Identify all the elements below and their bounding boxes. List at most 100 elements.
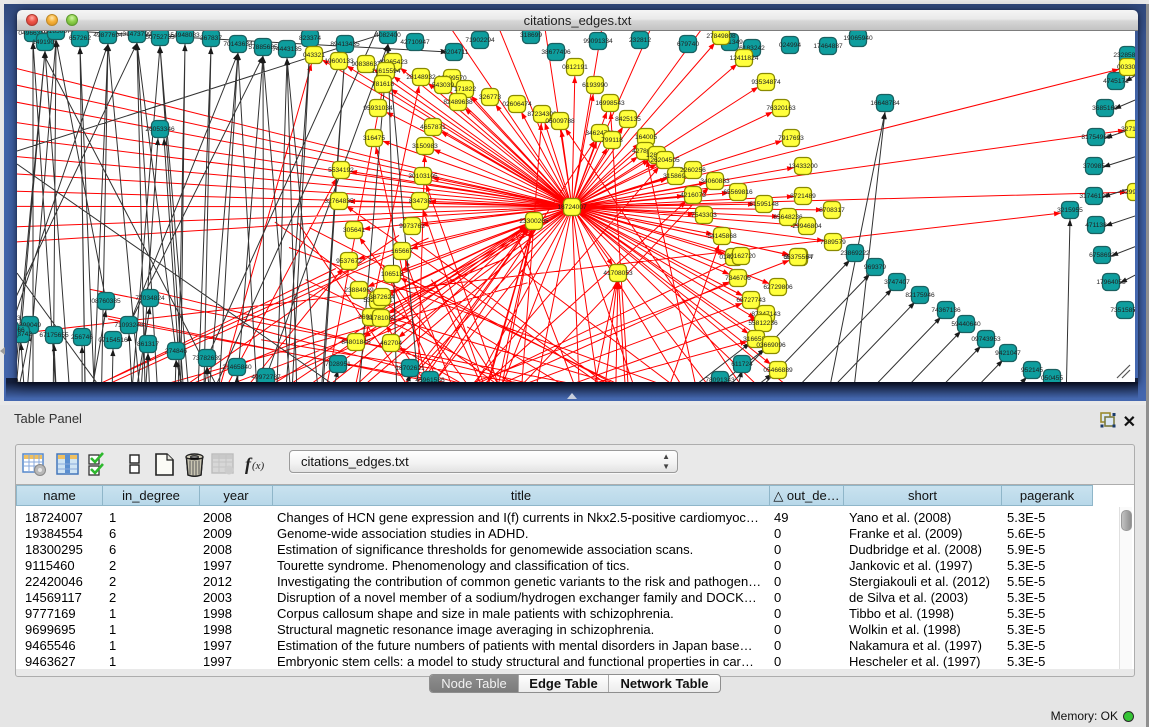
svg-text:42710947: 42710947 <box>400 39 430 46</box>
svg-text:16998543: 16998543 <box>595 100 625 107</box>
svg-text:7346706: 7346706 <box>725 275 751 282</box>
svg-text:9537672: 9537672 <box>336 258 362 265</box>
svg-text:74367136: 74367136 <box>931 307 961 314</box>
svg-text:611724: 611724 <box>731 361 753 368</box>
svg-text:49877694: 49877694 <box>93 32 123 39</box>
svg-text:05466889: 05466889 <box>763 367 793 374</box>
svg-text:75204711: 75204711 <box>440 49 469 56</box>
svg-text:82175946: 82175946 <box>905 292 935 299</box>
svg-text:3872624: 3872624 <box>369 294 395 301</box>
svg-text:76320163: 76320163 <box>766 105 796 112</box>
svg-text:4216073: 4216073 <box>680 192 706 199</box>
svg-text:30103105: 30103105 <box>408 173 438 180</box>
svg-text:024994: 024994 <box>779 42 801 49</box>
svg-text:543039: 543039 <box>432 82 454 89</box>
svg-text:03669096: 03669096 <box>756 342 786 349</box>
svg-text:043321: 043321 <box>303 52 325 59</box>
svg-text:54948083: 54948083 <box>170 32 200 39</box>
svg-text:003309: 003309 <box>1117 64 1135 71</box>
svg-text:2260256: 2260256 <box>680 167 706 174</box>
svg-text:305641: 305641 <box>343 227 365 234</box>
svg-text:3150983: 3150983 <box>412 143 438 150</box>
svg-text:3747407: 3747407 <box>884 279 910 286</box>
svg-text:165667: 165667 <box>391 248 413 255</box>
svg-text:781618: 781618 <box>372 81 394 88</box>
svg-text:7028951: 7028951 <box>325 361 351 368</box>
svg-text:99091334: 99091334 <box>583 38 613 45</box>
svg-text:29946804: 29946804 <box>792 223 822 230</box>
svg-text:9421047: 9421047 <box>995 350 1021 357</box>
svg-text:84801845: 84801845 <box>341 339 371 346</box>
svg-text:95931034: 95931034 <box>363 105 393 112</box>
svg-text:65569816: 65569816 <box>723 189 753 196</box>
svg-text:0812191: 0812191 <box>562 64 588 71</box>
svg-text:17464887: 17464887 <box>813 43 843 50</box>
svg-text:367837: 367837 <box>200 35 222 42</box>
svg-text:32764835: 32764835 <box>324 198 354 205</box>
svg-text:63605766: 63605766 <box>17 327 25 334</box>
svg-text:106513: 106513 <box>381 271 403 278</box>
svg-text:657262: 657262 <box>69 35 91 42</box>
svg-text:19065940: 19065940 <box>843 35 873 42</box>
svg-text:6193990: 6193990 <box>582 82 608 89</box>
svg-text:34060883: 34060883 <box>700 178 730 185</box>
svg-text:23884969: 23884969 <box>344 287 374 294</box>
svg-text:8721489: 8721489 <box>790 193 816 200</box>
svg-text:834738: 834738 <box>409 198 431 205</box>
svg-text:21465840: 21465840 <box>222 364 252 371</box>
svg-text:3215955: 3215955 <box>1057 207 1083 214</box>
svg-text:19600133: 19600133 <box>324 58 354 65</box>
svg-text:952145: 952145 <box>1021 367 1043 374</box>
svg-text:16648784: 16648784 <box>870 100 900 107</box>
svg-text:52991241: 52991241 <box>1121 189 1135 196</box>
svg-text:31781080: 31781080 <box>366 315 396 322</box>
svg-text:67175655: 67175655 <box>39 332 69 339</box>
svg-text:65185067: 65185067 <box>41 31 71 35</box>
svg-text:71902294: 71902294 <box>465 37 495 44</box>
svg-text:318699: 318699 <box>520 32 542 39</box>
svg-text:4082400: 4082400 <box>375 32 401 39</box>
svg-text:31746120: 31746120 <box>1079 193 1109 200</box>
svg-text:164005: 164005 <box>635 134 657 141</box>
svg-text:274846: 274846 <box>165 348 187 355</box>
svg-text:3271937: 3271937 <box>1121 126 1135 133</box>
svg-text:55812236: 55812236 <box>748 320 778 327</box>
svg-text:73515850: 73515850 <box>1110 307 1135 314</box>
svg-text:07154516: 07154516 <box>98 337 128 344</box>
svg-text:26053346: 26053346 <box>145 126 175 133</box>
svg-text:9973763: 9973763 <box>399 223 425 230</box>
svg-text:27849808: 27849808 <box>706 33 736 40</box>
svg-text:28148932: 28148932 <box>406 74 436 81</box>
svg-text:256746: 256746 <box>71 334 93 341</box>
svg-text:7917693: 7917693 <box>778 135 804 142</box>
svg-text:050455: 050455 <box>1041 375 1063 382</box>
svg-text:23300205: 23300205 <box>519 218 549 225</box>
svg-text:59440640: 59440640 <box>951 321 981 328</box>
svg-text:78091343: 78091343 <box>705 377 735 382</box>
svg-text:74443135: 74443135 <box>272 46 302 53</box>
svg-text:7889579: 7889579 <box>820 239 846 246</box>
svg-text:370985: 370985 <box>1083 163 1105 170</box>
svg-text:58867533: 58867533 <box>17 315 21 322</box>
svg-text:462704: 462704 <box>380 340 402 347</box>
svg-text:969379: 969379 <box>864 264 886 271</box>
svg-text:49972787: 49972787 <box>251 374 281 381</box>
svg-text:(x): (x) <box>252 460 265 472</box>
svg-text:71093248: 71093248 <box>114 322 144 329</box>
svg-text:1491905: 1491905 <box>32 39 58 46</box>
svg-text:679740: 679740 <box>677 41 699 48</box>
svg-text:12411824: 12411824 <box>730 55 759 62</box>
svg-text:4745171: 4745171 <box>1103 78 1129 85</box>
svg-text:17964053: 17964053 <box>1096 279 1126 286</box>
svg-text:861317: 861317 <box>137 341 159 348</box>
svg-text:8425135: 8425135 <box>615 116 641 123</box>
svg-text:7543303: 7543303 <box>691 212 717 219</box>
svg-text:77034824: 77034824 <box>135 295 165 302</box>
svg-text:23869222: 23869222 <box>840 250 870 257</box>
svg-text:11615594: 11615594 <box>372 68 401 75</box>
svg-text:6758692: 6758692 <box>1089 252 1115 259</box>
svg-text:18702621: 18702621 <box>395 365 425 372</box>
svg-text:471138: 471138 <box>1085 222 1107 229</box>
svg-text:81754965: 81754965 <box>1081 134 1111 141</box>
svg-text:799118: 799118 <box>601 137 623 144</box>
